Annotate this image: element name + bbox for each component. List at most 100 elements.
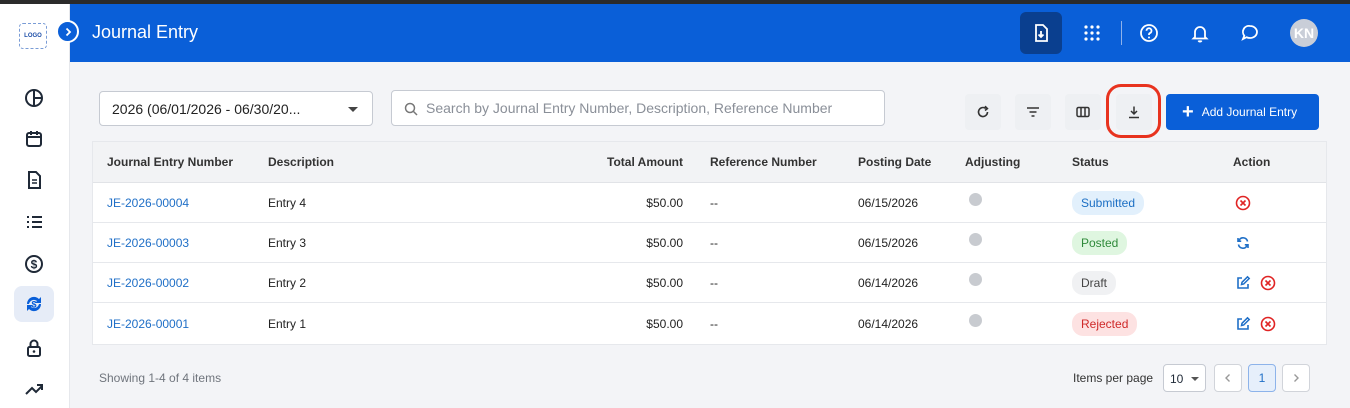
- add-journal-entry-button[interactable]: + Add Journal Entry: [1166, 94, 1319, 130]
- posting-date-cell: 06/15/2026: [858, 195, 919, 210]
- refresh-button[interactable]: [965, 94, 1001, 130]
- posting-date-cell: 06/14/2026: [858, 316, 919, 331]
- cancel-icon[interactable]: [1259, 315, 1277, 333]
- pagination-summary: Showing 1-4 of 4 items: [99, 371, 222, 385]
- table-header-row: Journal Entry Number Description Total A…: [93, 142, 1326, 183]
- cancel-icon[interactable]: [1234, 194, 1252, 212]
- chevron-right-icon: [65, 27, 71, 36]
- refresh-icon: [977, 105, 989, 118]
- columns-button[interactable]: [1065, 94, 1101, 130]
- grid-icon: [1084, 25, 1100, 41]
- posting-date-cell: 06/15/2026: [858, 235, 919, 250]
- expand-sidebar-button[interactable]: [56, 20, 79, 43]
- adjusting-indicator: [969, 263, 982, 302]
- notifications-button[interactable]: [1179, 12, 1221, 54]
- filter-button[interactable]: [1015, 94, 1051, 130]
- nav-dashboard-icon[interactable]: [14, 80, 54, 116]
- table-row: JE-2026-00003 Entry 3 $50.00 -- 06/15/20…: [93, 223, 1326, 263]
- nav-list-icon[interactable]: [14, 204, 54, 240]
- period-select[interactable]: 2026 (06/01/2026 - 06/30/20...: [99, 91, 373, 126]
- chevron-right-icon: [1294, 374, 1299, 382]
- left-navigation: LOGO $ $: [0, 4, 70, 408]
- next-page-button[interactable]: [1282, 364, 1310, 392]
- description-cell: Entry 3: [268, 235, 307, 250]
- column-header[interactable]: Journal Entry Number: [107, 142, 233, 182]
- adjusting-indicator: [969, 223, 982, 262]
- search-box[interactable]: [391, 90, 885, 126]
- description-cell: Entry 4: [268, 195, 307, 210]
- journal-entries-table: Journal Entry Number Description Total A…: [92, 141, 1327, 345]
- columns-icon: [1076, 106, 1090, 118]
- reference-cell: --: [710, 316, 718, 331]
- caret-down-icon: [1191, 377, 1199, 381]
- nav-dollar-icon[interactable]: $: [14, 246, 54, 282]
- journal-entry-link[interactable]: JE-2026-00004: [107, 183, 189, 222]
- import-button[interactable]: [1020, 12, 1062, 54]
- edit-icon[interactable]: [1234, 315, 1252, 333]
- page-button-current[interactable]: 1: [1248, 364, 1276, 392]
- reference-cell: --: [710, 195, 718, 210]
- sync-icon[interactable]: [1234, 234, 1252, 252]
- app-header: Journal Entry KN: [70, 4, 1350, 62]
- cancel-icon[interactable]: [1259, 274, 1277, 292]
- caret-down-icon: [348, 107, 358, 112]
- column-header[interactable]: Status: [1072, 142, 1109, 182]
- column-header[interactable]: Posting Date: [858, 142, 931, 182]
- plus-icon: +: [1182, 101, 1194, 123]
- amount-cell: $50.00: [646, 316, 683, 331]
- status-badge: Rejected: [1072, 311, 1138, 336]
- page-title: Journal Entry: [92, 22, 199, 42]
- amount-cell: $50.00: [646, 235, 683, 250]
- period-value: 2026 (06/01/2026 - 06/30/20...: [112, 101, 301, 117]
- search-icon: [404, 102, 418, 116]
- column-header[interactable]: Reference Number: [710, 142, 817, 182]
- column-header[interactable]: Adjusting: [965, 142, 1020, 182]
- logo: LOGO: [19, 23, 47, 49]
- reference-cell: --: [710, 235, 718, 250]
- table-row: JE-2026-00004 Entry 4 $50.00 -- 06/15/20…: [93, 183, 1326, 223]
- filter-icon: [1027, 107, 1039, 117]
- search-input[interactable]: [426, 91, 876, 125]
- file-download-icon: [1035, 24, 1048, 42]
- chat-button[interactable]: [1229, 12, 1271, 54]
- items-per-page-value: 10: [1170, 372, 1184, 386]
- chat-icon: [1241, 25, 1258, 41]
- description-cell: Entry 2: [268, 275, 307, 290]
- column-header[interactable]: Description: [268, 142, 334, 182]
- header-divider: [1121, 21, 1122, 45]
- add-journal-entry-label: Add Journal Entry: [1201, 105, 1298, 119]
- journal-entry-link[interactable]: JE-2026-00002: [107, 263, 189, 302]
- items-per-page-label: Items per page: [1073, 371, 1154, 385]
- journal-entry-link[interactable]: JE-2026-00001: [107, 303, 189, 344]
- table-row: JE-2026-00002 Entry 2 $50.00 -- 06/14/20…: [93, 263, 1326, 303]
- amount-cell: $50.00: [646, 195, 683, 210]
- journal-entry-link[interactable]: JE-2026-00003: [107, 223, 189, 262]
- svg-text:$: $: [31, 258, 38, 272]
- nav-lock-icon[interactable]: [14, 330, 54, 366]
- nav-calendar-icon[interactable]: [14, 121, 54, 157]
- nav-document-icon[interactable]: [14, 162, 54, 198]
- avatar[interactable]: KN: [1290, 19, 1318, 47]
- download-highlight-annotation: [1106, 84, 1161, 138]
- reference-cell: --: [710, 275, 718, 290]
- edit-icon[interactable]: [1234, 274, 1252, 292]
- nav-trending-icon[interactable]: [14, 371, 54, 407]
- column-header: Action: [1233, 155, 1271, 169]
- description-cell: Entry 1: [268, 316, 307, 331]
- bell-icon: [1191, 26, 1209, 43]
- column-header[interactable]: Total Amount: [493, 142, 683, 182]
- nav-journal-icon[interactable]: $: [14, 286, 54, 322]
- help-icon: [1140, 24, 1158, 42]
- previous-page-button[interactable]: [1214, 364, 1242, 392]
- help-button[interactable]: [1128, 12, 1170, 54]
- status-badge: Draft: [1072, 270, 1117, 295]
- table-row: JE-2026-00001 Entry 1 $50.00 -- 06/14/20…: [93, 303, 1326, 344]
- status-badge: Posted: [1072, 230, 1128, 255]
- adjusting-indicator: [969, 183, 982, 222]
- svg-text:$: $: [31, 300, 36, 310]
- apps-grid-button[interactable]: [1071, 12, 1113, 54]
- status-badge: Submitted: [1072, 190, 1145, 215]
- items-per-page-select[interactable]: 10: [1163, 364, 1206, 392]
- adjusting-indicator: [969, 303, 982, 344]
- amount-cell: $50.00: [646, 275, 683, 290]
